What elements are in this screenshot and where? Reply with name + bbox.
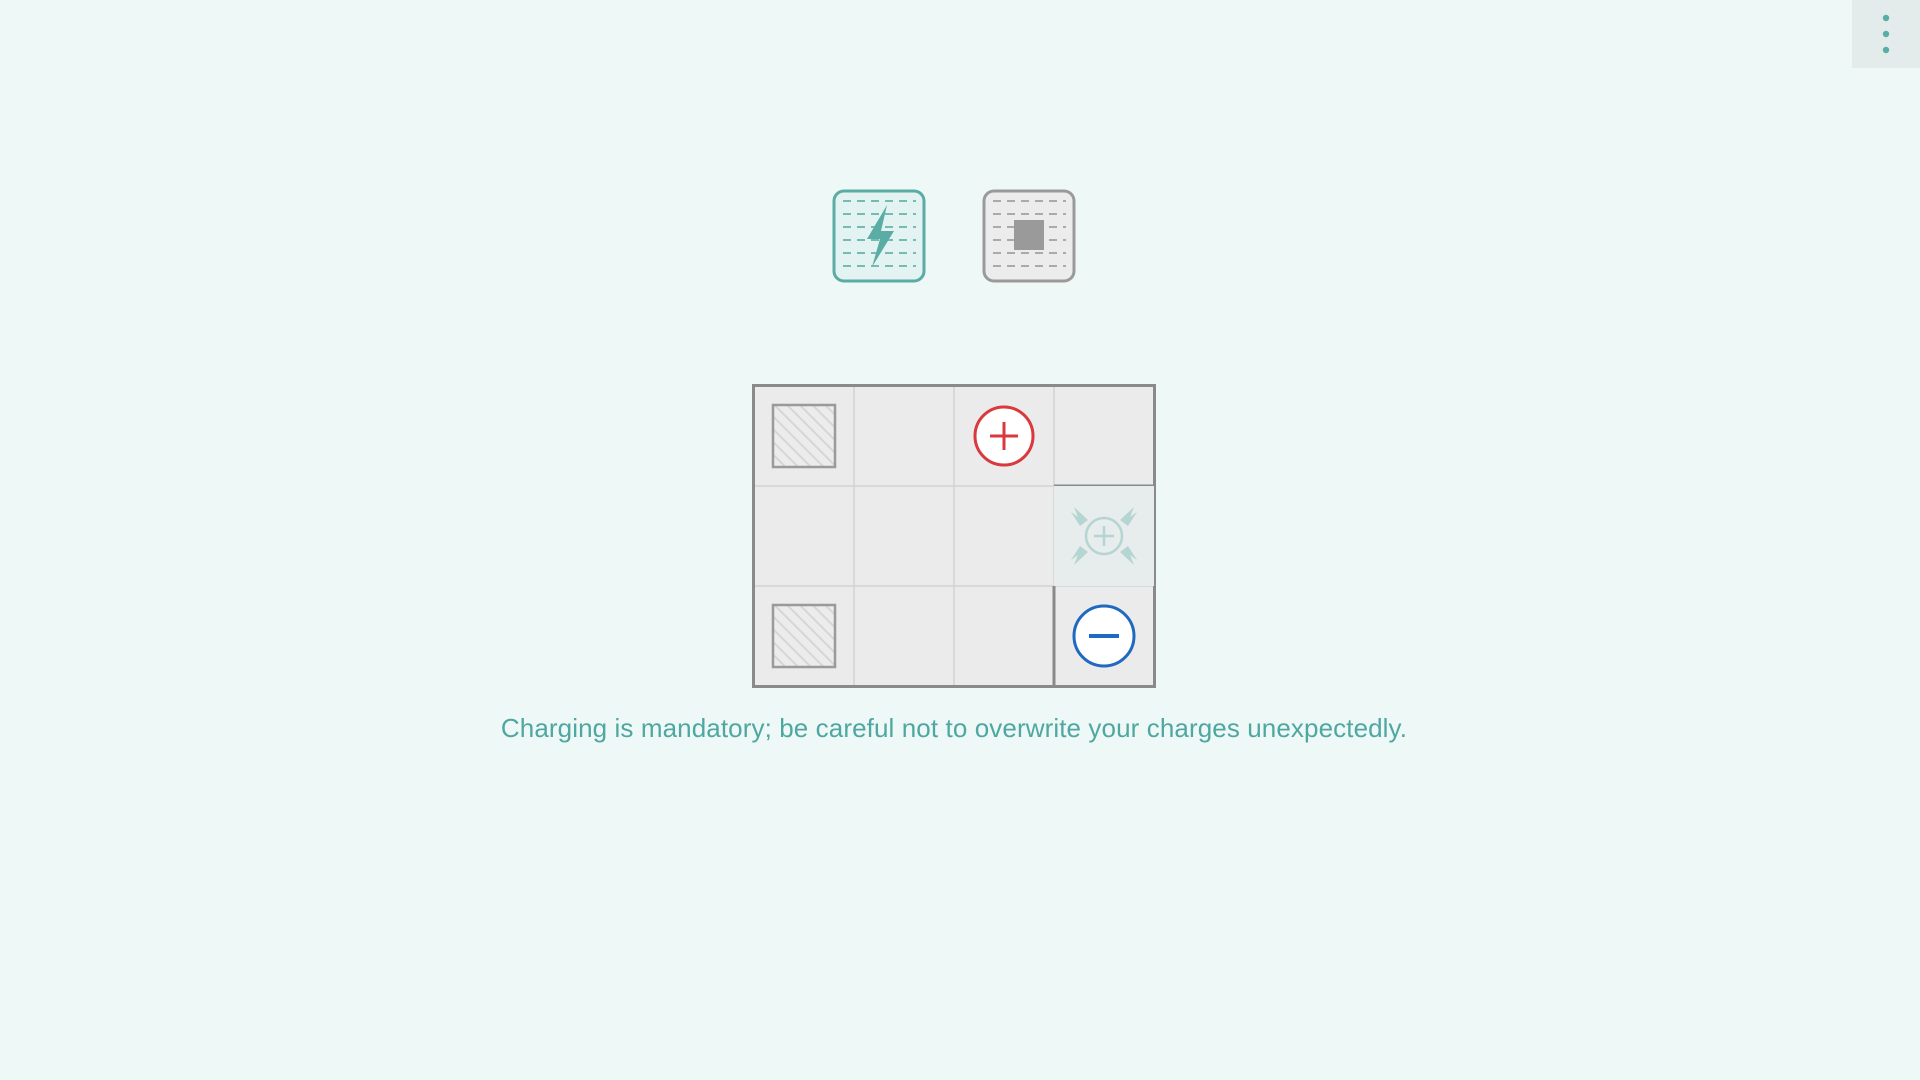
board-cell-r0c3[interactable] bbox=[1054, 386, 1154, 486]
solid-square-icon bbox=[1014, 220, 1044, 250]
positive-charge-icon bbox=[973, 405, 1035, 467]
block-tool-button[interactable] bbox=[982, 189, 1076, 283]
board-cell-r0c0[interactable] bbox=[754, 386, 854, 486]
board-cell-r2c1[interactable] bbox=[854, 586, 954, 686]
board-cell-r0c1[interactable] bbox=[854, 386, 954, 486]
hint-text: Charging is mandatory; be careful not to… bbox=[500, 713, 1408, 743]
board-cell-r1c3[interactable] bbox=[1054, 486, 1154, 586]
negative-charge-icon bbox=[1072, 604, 1136, 668]
board-cell-r2c2[interactable] bbox=[954, 586, 1054, 686]
charge-tool-button[interactable] bbox=[832, 189, 926, 283]
board-cell-r0c2[interactable] bbox=[954, 386, 1054, 486]
menu-button[interactable] bbox=[1852, 0, 1920, 68]
board-cell-r1c1[interactable] bbox=[854, 486, 954, 586]
vertical-dots-icon bbox=[1882, 14, 1890, 54]
game-screen: Charging is mandatory; be careful not to… bbox=[0, 0, 1920, 1080]
hatched-block-icon bbox=[771, 403, 837, 469]
board-cell-r1c2[interactable] bbox=[954, 486, 1054, 586]
board-cell-r2c3[interactable] bbox=[1054, 586, 1154, 686]
game-board bbox=[752, 384, 1156, 688]
charge-field-icon bbox=[1071, 507, 1137, 565]
board-cell-r2c0[interactable] bbox=[754, 586, 854, 686]
board-cell-r1c0[interactable] bbox=[754, 486, 854, 586]
hatched-block-icon bbox=[771, 603, 837, 669]
